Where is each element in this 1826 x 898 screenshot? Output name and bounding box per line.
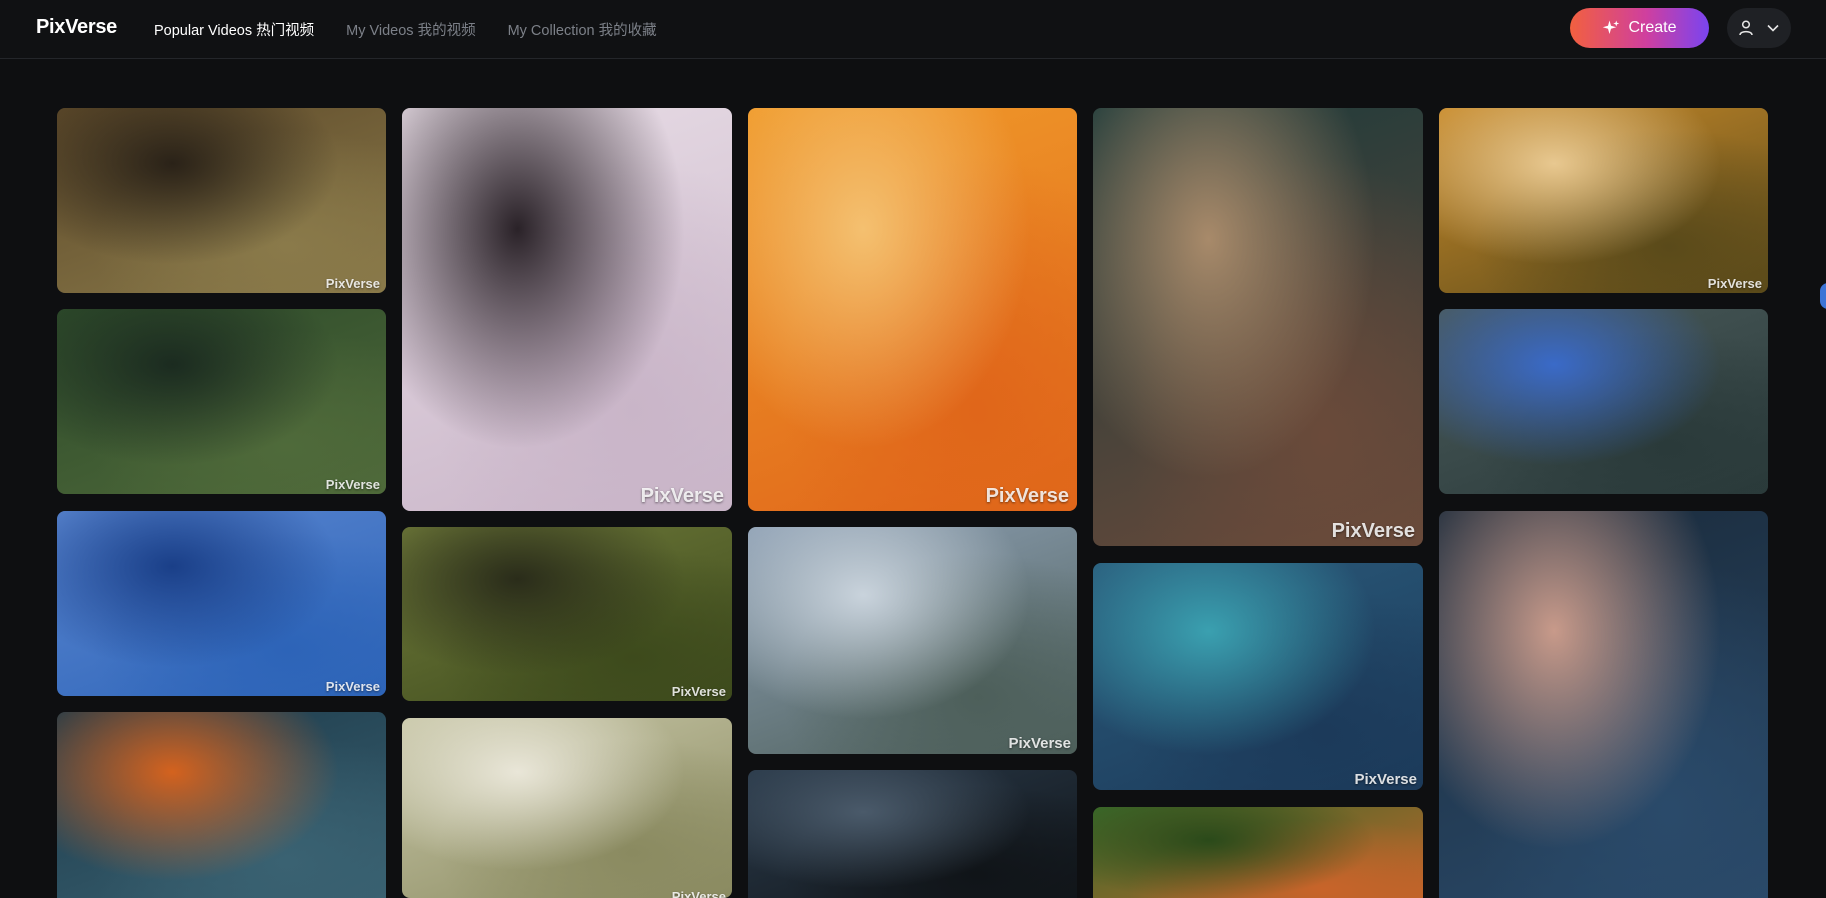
- top-navigation-bar: PixVerse Popular Videos 热门视频 My Videos 我…: [0, 0, 1826, 59]
- video-card[interactable]: PixVerse: [57, 309, 386, 494]
- video-card[interactable]: PixVerse: [402, 108, 732, 511]
- sparkle-icon: [1603, 20, 1620, 34]
- video-card[interactable]: [1093, 807, 1423, 898]
- side-handle[interactable]: [1820, 283, 1826, 309]
- watermark: PixVerse: [640, 485, 724, 507]
- main-nav: Popular Videos 热门视频 My Videos 我的视频 My Co…: [154, 19, 657, 40]
- create-label: Create: [1628, 19, 1677, 36]
- watermark: PixVerse: [325, 276, 380, 291]
- watermark: PixVerse: [671, 889, 726, 898]
- user-icon: [1739, 20, 1753, 36]
- user-menu-button[interactable]: [1727, 8, 1791, 48]
- nav-my-collection[interactable]: My Collection 我的收藏: [508, 19, 657, 40]
- video-card[interactable]: [57, 712, 386, 898]
- watermark: PixVerse: [325, 679, 380, 694]
- video-card[interactable]: PixVerse: [1093, 563, 1423, 790]
- video-card[interactable]: [748, 770, 1077, 898]
- video-card[interactable]: [1439, 309, 1768, 494]
- chevron-down-icon: [1767, 24, 1779, 32]
- watermark: PixVerse: [325, 477, 380, 492]
- watermark: PixVerse: [1707, 276, 1762, 291]
- video-card[interactable]: PixVerse: [748, 108, 1077, 511]
- video-card[interactable]: PixVerse: [748, 527, 1077, 754]
- watermark: PixVerse: [671, 684, 726, 699]
- watermark: PixVerse: [985, 485, 1069, 507]
- video-card[interactable]: PixVerse: [1439, 108, 1768, 293]
- watermark: PixVerse: [1331, 520, 1415, 542]
- video-card[interactable]: PixVerse: [1093, 108, 1423, 546]
- video-grid: PixVerse PixVerse PixVerse PixVerse PixV…: [0, 0, 1826, 898]
- video-card[interactable]: [1439, 511, 1768, 898]
- video-card[interactable]: PixVerse: [57, 511, 386, 696]
- watermark: PixVerse: [1354, 771, 1417, 788]
- video-card[interactable]: PixVerse: [57, 108, 386, 293]
- video-card[interactable]: PixVerse: [402, 527, 732, 701]
- video-card[interactable]: PixVerse: [402, 718, 732, 898]
- pixverse-logo[interactable]: PixVerse: [36, 16, 117, 39]
- watermark: PixVerse: [1008, 735, 1071, 752]
- nav-popular-videos[interactable]: Popular Videos 热门视频: [154, 19, 314, 40]
- create-button[interactable]: Create: [1570, 8, 1709, 48]
- nav-my-videos[interactable]: My Videos 我的视频: [346, 19, 475, 40]
